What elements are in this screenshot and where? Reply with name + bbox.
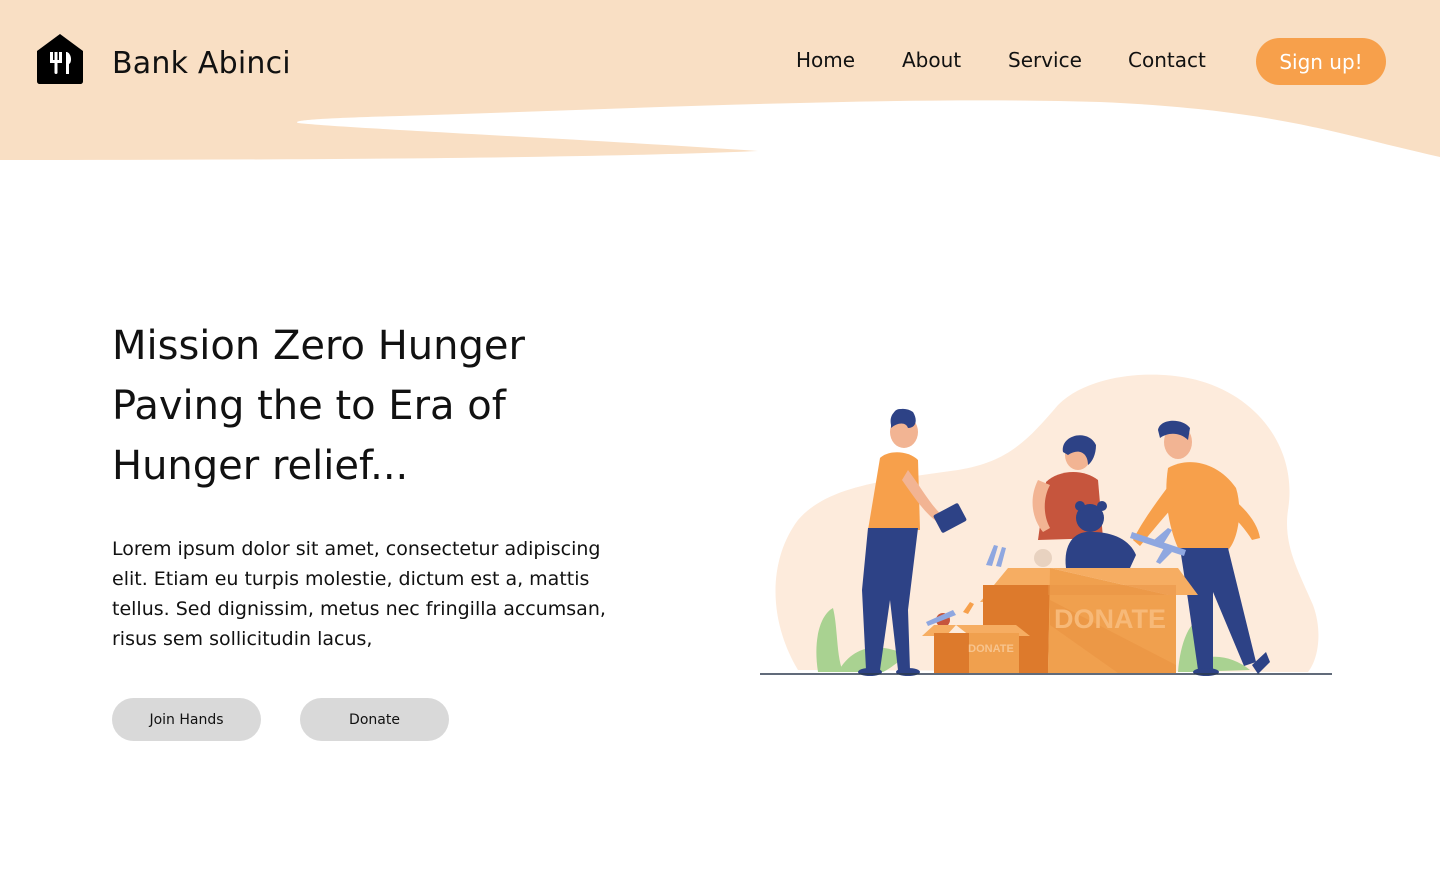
- hero-title-line: Hunger relief...: [112, 443, 409, 489]
- hero-description-line: risus sem sollicitudin lacus,: [112, 628, 373, 650]
- donation-illustration: DONATE DONATE: [760, 374, 1332, 676]
- donate-button[interactable]: Donate: [300, 698, 449, 741]
- hero-title-line: Mission Zero Hunger: [112, 323, 525, 369]
- hero-description: Lorem ipsum dolor sit amet, consectetur …: [112, 534, 652, 654]
- brand-name[interactable]: Bank Abinci: [112, 46, 291, 81]
- hero-description-line: tellus. Sed dignissim, metus nec fringil…: [112, 598, 606, 620]
- nav-about[interactable]: About: [902, 48, 961, 72]
- join-hands-button[interactable]: Join Hands: [112, 698, 261, 741]
- header-wave-background: [0, 0, 1440, 160]
- nav-service[interactable]: Service: [1008, 48, 1082, 72]
- large-box-label: DONATE: [1054, 604, 1166, 634]
- small-box-label: DONATE: [968, 643, 1014, 655]
- nav-contact[interactable]: Contact: [1128, 48, 1206, 72]
- signup-button[interactable]: Sign up!: [1256, 38, 1386, 85]
- nav-home[interactable]: Home: [796, 48, 855, 72]
- landing-page: Bank Abinci Home About Service Contact S…: [0, 0, 1440, 870]
- hero-description-line: elit. Etiam eu turpis molestie, dictum e…: [112, 568, 590, 590]
- hero-title-line: Paving the to Era of: [112, 383, 506, 429]
- house-fork-knife-icon[interactable]: [36, 33, 84, 85]
- small-donate-box: DONATE: [922, 625, 1030, 673]
- hero-description-line: Lorem ipsum dolor sit amet, consectetur …: [112, 538, 601, 560]
- hero-title: Mission Zero Hunger Paving the to Era of…: [112, 316, 672, 496]
